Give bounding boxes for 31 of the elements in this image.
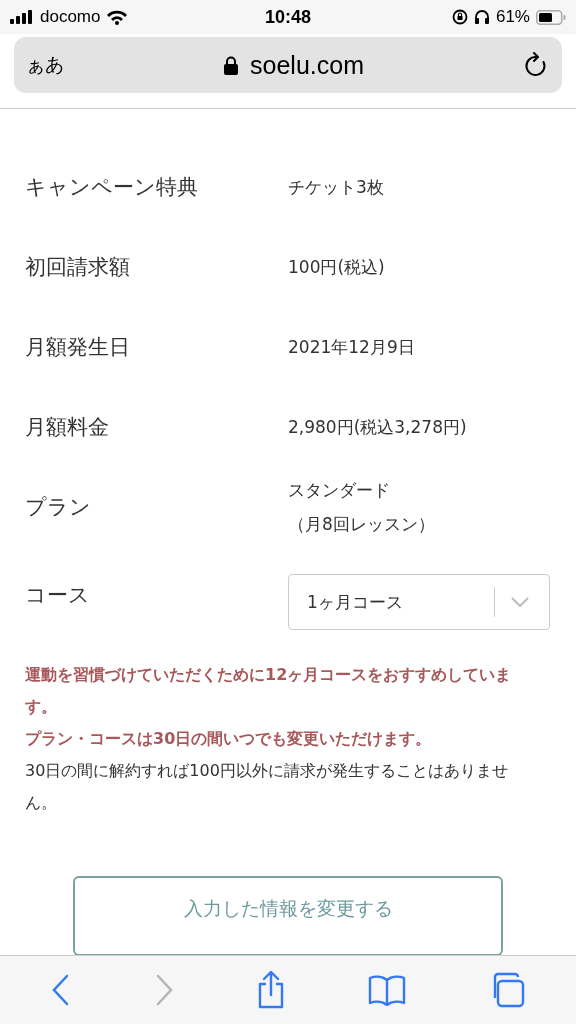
chevron-down-icon [511, 597, 529, 607]
notice-text: プラン・コースは30日の間いつでも変更いただけます。 [25, 728, 433, 750]
lock-icon [224, 55, 238, 75]
field-label: キャンペーン特典 [25, 174, 199, 201]
field-value: スタンダード [288, 479, 391, 502]
field-value: 2,980円(税込3,278円) [288, 416, 467, 439]
wifi-icon [106, 9, 129, 25]
notice-text: 運動を習慣づけていただくために12ヶ月コースをおすすめしています。 [25, 664, 513, 718]
field-label: コース [25, 582, 91, 609]
field-label: 初回請求額 [25, 254, 131, 281]
reload-icon[interactable] [524, 52, 548, 78]
bookmarks-icon[interactable] [368, 974, 407, 1006]
battery-percent: 61% [495, 7, 530, 27]
course-dropdown[interactable]: 1ヶ月コース [288, 574, 550, 630]
url-text: soelu.com [250, 50, 364, 80]
notice-text: 30日の間に解約すれば100円以外に請求が発生することはありません。 [25, 760, 509, 814]
field-label: プラン [25, 494, 92, 521]
headphones-icon [473, 9, 490, 25]
field-value: チケット3枚 [288, 176, 384, 199]
field-value: 100円(税込) [288, 256, 385, 279]
field-label: 月額発生日 [25, 334, 131, 361]
battery-icon [536, 9, 566, 25]
carrier-name: docomo [40, 7, 101, 27]
field-label: 月額料金 [25, 414, 110, 441]
address-bar[interactable]: ぁあ soelu.com [14, 37, 562, 93]
text-size-button[interactable]: ぁあ [26, 52, 64, 78]
field-value: 2021年12月9日 [288, 336, 415, 359]
signal-icon [10, 10, 34, 24]
status-time: 10:48 [264, 6, 311, 28]
rotation-lock-icon [451, 9, 468, 25]
field-value: （月8回レッスン） [288, 513, 435, 536]
